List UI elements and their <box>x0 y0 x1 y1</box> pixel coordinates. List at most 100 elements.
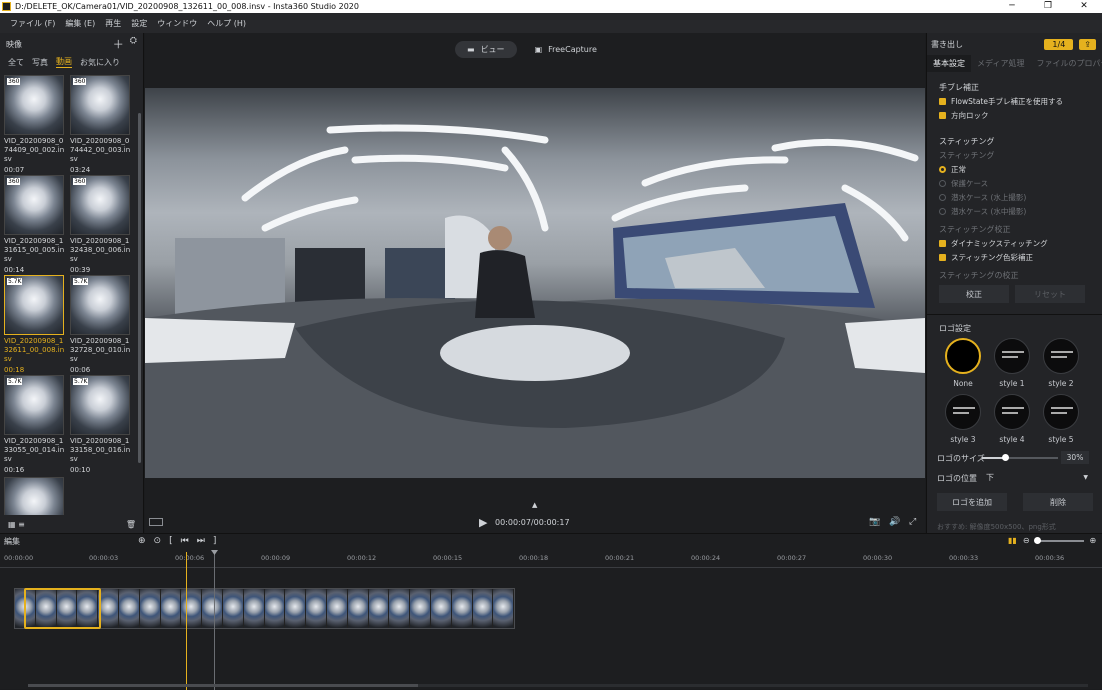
trash-icon[interactable]: 🗑 <box>126 520 136 529</box>
trim-end-icon[interactable]: ] <box>213 536 217 546</box>
volume-icon[interactable]: 🔊 <box>889 517 900 527</box>
media-item[interactable] <box>4 477 66 515</box>
menu-play[interactable]: 再生 <box>105 18 121 29</box>
logo-style-5[interactable] <box>1043 394 1079 430</box>
minimize-icon[interactable]: ─ <box>994 0 1030 13</box>
menu-help[interactable]: ヘルプ (H) <box>207 18 246 29</box>
stitch-option-dive-under[interactable]: 潜水ケース (水中撮影) <box>939 206 1026 217</box>
logo-style-1[interactable] <box>994 338 1030 374</box>
time-ruler[interactable]: 00:00:00 00:00:03 00:00:06 00:00:09 00:0… <box>0 554 1102 564</box>
export-tabs: 基本設定 メディア処理 ファイルのプロパティ <box>927 54 1102 72</box>
ruler-label: 00:00:06 <box>175 554 205 562</box>
media-item[interactable]: 5.7K VID_20200908_133055_00_014.insv 00:… <box>4 375 66 475</box>
logo-position-select[interactable]: 下 ▼ <box>982 470 1092 484</box>
media-duration: 00:10 <box>70 466 91 474</box>
maximize-icon[interactable]: ❐ <box>1030 0 1066 13</box>
grid-view-icon[interactable]: ▦ ≡ <box>8 520 25 529</box>
media-item-selected[interactable]: 5.7K VID_20200908_132611_00_008.insv 00:… <box>4 275 66 375</box>
menu-window[interactable]: ウィンドウ <box>157 18 197 29</box>
logo-style-label: style 3 <box>950 435 976 444</box>
dynamic-stitching-checkbox[interactable]: ダイナミックスティッチング <box>939 238 1048 249</box>
stitch-option-normal[interactable]: 正常 <box>939 164 966 175</box>
stabilization-heading: 手ブレ補正 <box>939 83 979 92</box>
tab-basic[interactable]: 基本設定 <box>927 54 971 72</box>
tab-view[interactable]: ▬ ビュー <box>455 41 517 58</box>
timeline-scrollbar[interactable] <box>28 684 1088 687</box>
viewer-panel: ▬ ビュー ▣ FreeCapture ▲ ▶ 00:00:07/00:00:1… <box>145 33 925 533</box>
logo-size-slider[interactable] <box>982 454 1058 461</box>
add-logo-button[interactable]: ロゴを追加 <box>937 493 1007 511</box>
tab-freecapture[interactable]: ▣ FreeCapture <box>523 41 609 58</box>
page-badge: 1/4 <box>1044 38 1074 50</box>
step-back-icon[interactable]: ⏮ <box>181 536 189 546</box>
ruler-ticks <box>0 564 1102 568</box>
stitch-option-protective[interactable]: 保護ケース <box>939 178 988 189</box>
delete-logo-button[interactable]: 削除 <box>1023 493 1093 511</box>
media-thumbnail: 360 <box>4 75 64 135</box>
import-icon[interactable]: ⛭ <box>130 36 137 52</box>
play-icon[interactable]: ▶ <box>479 516 487 529</box>
format-badge: 360 <box>7 78 21 85</box>
stitch-option-dive-above[interactable]: 潜水ケース (水上撮影) <box>939 192 1026 203</box>
logo-style-label: style 5 <box>1048 435 1074 444</box>
media-name: VID_20200908_132611_00_008.insv <box>4 337 65 363</box>
media-name: VID_20200908_133055_00_014.insv <box>4 437 65 463</box>
collapse-up-icon[interactable]: ▲ <box>532 501 537 509</box>
add-icon[interactable]: ＋ <box>113 36 124 52</box>
clip-selection[interactable] <box>24 588 101 629</box>
format-badge: 360 <box>73 178 87 185</box>
tab-media[interactable]: メディア処理 <box>971 55 1030 72</box>
tab-file-properties[interactable]: ファイルのプロパティ <box>1030 55 1102 72</box>
menu-edit[interactable]: 編集 (E) <box>65 18 95 29</box>
media-item[interactable]: 360 VID_20200908_131615_00_005.insv 00:1… <box>4 175 66 275</box>
snapshot-icon[interactable]: 📷 <box>869 517 880 527</box>
step-forward-icon[interactable]: ⏭ <box>197 536 205 546</box>
stitch-option-label: 正常 <box>951 165 966 174</box>
ruler-label: 00:00:36 <box>1035 554 1065 562</box>
filter-favorites[interactable]: お気に入り <box>80 57 120 68</box>
media-item[interactable]: 360 VID_20200908_074442_00_003.insv 03:2… <box>70 75 132 175</box>
logo-style-none[interactable] <box>945 338 981 374</box>
export-icon[interactable]: ⇪ <box>1079 38 1096 50</box>
logo-style-3[interactable] <box>945 394 981 430</box>
media-item[interactable]: 360 VID_20200908_132438_00_006.insv 00:3… <box>70 175 132 275</box>
logo-style-2[interactable] <box>1043 338 1079 374</box>
filter-all[interactable]: 全て <box>8 57 24 68</box>
logo-heading: ロゴ設定 <box>939 324 971 333</box>
clip-toggle-icon[interactable]: ▮▮ <box>1008 536 1017 545</box>
media-item[interactable]: 5.7K VID_20200908_132728_00_010.insv 00:… <box>70 275 132 375</box>
menu-file[interactable]: ファイル (F) <box>10 18 55 29</box>
video-preview[interactable] <box>145 88 925 478</box>
filter-video[interactable]: 動画 <box>56 56 72 68</box>
color-correction-checkbox[interactable]: スティッチング色彩補正 <box>939 252 1033 263</box>
media-duration: 00:16 <box>4 466 25 474</box>
media-duration: 00:07 <box>4 166 25 174</box>
fullscreen-icon[interactable]: ⤢ <box>909 517 916 527</box>
player-controls: ▶ 00:00:07/00:00:17 📷 🔊 ⤢ <box>145 511 925 533</box>
trim-start-icon[interactable]: [ <box>169 536 173 546</box>
media-thumbnail: 360 <box>4 175 64 235</box>
menu-settings[interactable]: 設定 <box>131 18 147 29</box>
media-item[interactable]: 5.7K VID_20200908_133158_00_016.insv 00:… <box>70 375 132 475</box>
logo-size-value[interactable]: 30% <box>1061 451 1089 464</box>
zoom-slider[interactable] <box>1033 536 1084 544</box>
direction-lock-checkbox[interactable]: 方向ロック <box>939 110 989 121</box>
calibrate-button[interactable]: 校正 <box>939 285 1009 303</box>
media-item[interactable]: 360 VID_20200908_074409_00_002.insv 00:0… <box>4 75 66 175</box>
slider-handle[interactable] <box>1001 454 1009 461</box>
keyframe-icon[interactable]: ⊕ <box>138 536 146 546</box>
playhead[interactable] <box>186 552 187 690</box>
window-title: D:/DELETE_OK/Camera01/VID_20200908_13261… <box>15 2 359 11</box>
close-icon[interactable]: ✕ <box>1066 0 1102 13</box>
logo-style-4[interactable] <box>994 394 1030 430</box>
media-scrollbar[interactable] <box>138 113 141 463</box>
zoom-out-icon[interactable]: ⊖ <box>1023 536 1030 545</box>
reset-button[interactable]: リセット <box>1015 285 1085 303</box>
zoom-in-icon[interactable]: ⊕ <box>1090 536 1097 545</box>
direction-lock-label: 方向ロック <box>951 111 989 120</box>
flowstate-checkbox[interactable]: FlowState手ブレ補正を使用する <box>939 96 1063 107</box>
add-keyframe-icon[interactable]: ⊙ <box>154 536 162 546</box>
filter-photo[interactable]: 写真 <box>32 57 48 68</box>
aspect-icon[interactable] <box>149 518 163 526</box>
media-duration: 00:18 <box>4 366 25 374</box>
